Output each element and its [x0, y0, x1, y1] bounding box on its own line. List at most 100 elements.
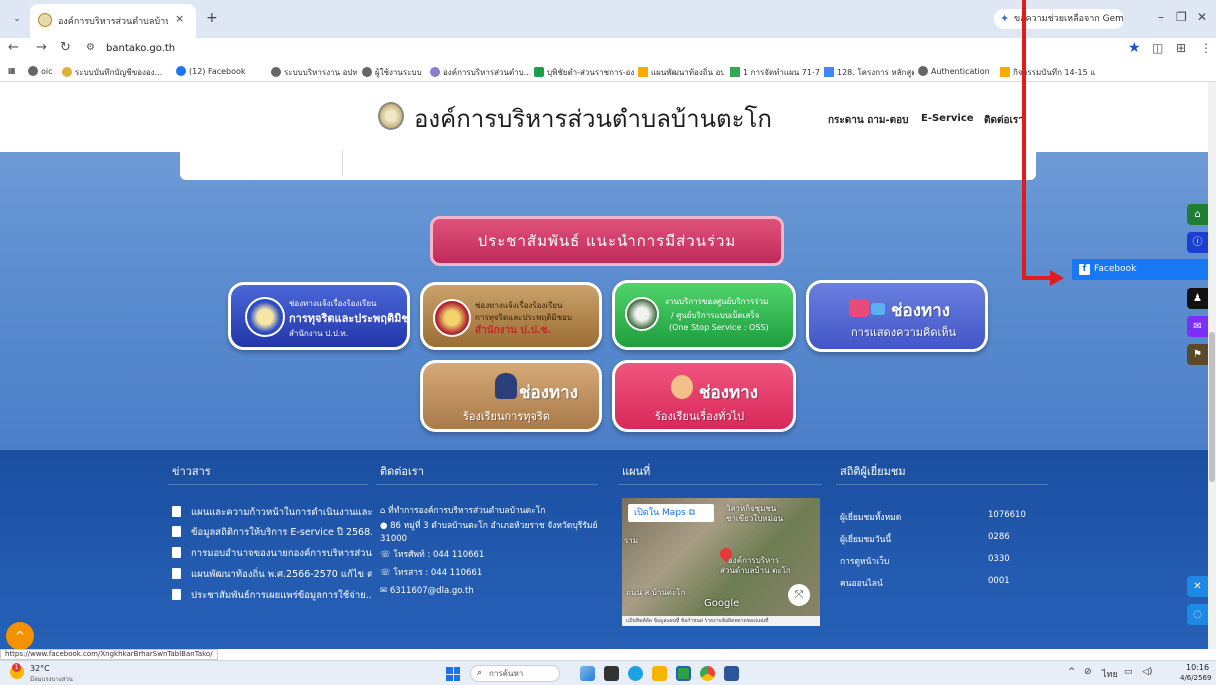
bookmark-plan-71[interactable]: 1 การจัดทำแผน 71-75... — [730, 66, 820, 79]
volume-icon[interactable]: ◁) — [1142, 667, 1152, 677]
bookmark-sao[interactable]: องค์การบริหารส่วนตำบ... — [430, 66, 530, 79]
page-viewport: องค์การบริหารส่วนตำบลบ้านตะโก กระดาน ถาม… — [0, 82, 1216, 649]
map-attribution[interactable]: แป้นพิมพ์ลัด ข้อมูลแผนที่ ข้อกำหนด รายงา… — [622, 616, 820, 626]
nacc-complaint-button[interactable]: ช่องทางแจ้งเรื่องร้องเรียน การทุจริตและป… — [228, 282, 410, 350]
home-icon[interactable]: ⌂ — [1187, 204, 1208, 225]
new-tab-button[interactable]: + — [206, 10, 218, 26]
user-icon[interactable]: ♟ — [1187, 288, 1208, 309]
menu-kebab-icon[interactable]: ⋮ — [1200, 41, 1212, 55]
globe-icon — [271, 67, 281, 77]
minimize-button[interactable]: – — [1158, 10, 1164, 24]
tab-search-button[interactable]: ⌄ — [8, 10, 26, 28]
input-language[interactable]: ไทย — [1102, 667, 1118, 681]
site-info-icon[interactable]: ⚙ — [86, 42, 95, 53]
extensions-icon[interactable]: ◫ — [1152, 41, 1163, 55]
seal-icon — [430, 67, 440, 77]
browser-tab[interactable]: องค์การบริหารส่วนตำบลบ้านตะโก × — [30, 4, 196, 38]
bookmark-accounting[interactable]: ระบบบันทึกบัญชีขององ... — [62, 66, 172, 79]
restore-button[interactable]: ❐ — [1176, 10, 1187, 24]
news-item[interactable]: การมอบอำนาจของนายกองค์การบริหารส่วน... — [172, 546, 372, 561]
line-app-icon[interactable] — [676, 666, 691, 681]
apps-grid-icon[interactable]: ▦ — [8, 66, 16, 75]
facebook-side-tab[interactable]: f Facebook — [1072, 259, 1208, 280]
opinion-channel-button[interactable]: ช่องทาง การแสดงความคิดเห็น — [806, 280, 988, 352]
gemini-sparkle-icon: ✦ — [1000, 12, 1010, 25]
globe-icon — [28, 66, 38, 76]
stat-label-pageviews: การดูหน้าเว็บ — [840, 557, 890, 567]
news-item[interactable]: ประชาสัมพันธ์การเผยแพร่ข้อมูลการใช้จ่าย.… — [172, 588, 372, 603]
widgets-app-icon[interactable] — [580, 666, 595, 681]
info-icon[interactable]: ⓘ — [1187, 232, 1208, 253]
bookmark-gov[interactable]: บุพิชัยตำ-ส่วนราชการ-องค์การ... — [534, 66, 634, 79]
heart-chat-icon — [849, 299, 869, 317]
scroll-to-top-button[interactable]: ^ — [6, 622, 34, 649]
nav-e-service[interactable]: E-Service — [921, 113, 974, 124]
nav-qa-board[interactable]: กระดาน ถาม-ตอบ — [828, 113, 908, 128]
close-chat-icon[interactable]: ✕ — [1187, 576, 1208, 597]
facebook-icon: f — [1079, 264, 1090, 275]
contact-fax[interactable]: ☏ โทรสาร : 044 110661 — [380, 567, 602, 580]
mail-icon[interactable]: ✉ — [1187, 316, 1208, 337]
windows-start-icon[interactable] — [446, 667, 460, 681]
pacc-emblem-icon — [433, 299, 471, 337]
file-explorer-icon[interactable] — [652, 666, 667, 681]
bookmark-dev-plan[interactable]: แผนพัฒนาท้องถิ่น อบต... — [638, 66, 724, 79]
chat-bubble-icon — [871, 303, 885, 315]
tray-chevron-icon[interactable]: ^ — [1068, 667, 1076, 677]
address-bar[interactable]: ⚙ bantako.go.th — [82, 39, 1110, 61]
bookmark-star-icon[interactable]: ★ — [1128, 40, 1141, 56]
bookmark-activity[interactable]: กิจกรรมบันทึก 14-15 แ... — [1000, 66, 1096, 79]
sao-emblem-logo[interactable] — [378, 102, 404, 130]
close-window-button[interactable]: ✕ — [1197, 10, 1207, 24]
chat-icon[interactable]: ◌ — [1187, 604, 1208, 625]
document-icon — [172, 506, 181, 517]
display-icon[interactable]: ▭ — [1124, 667, 1133, 677]
flag-icon[interactable]: ⚑ — [1187, 344, 1208, 365]
pacc-complaint-button[interactable]: ช่องทางแจ้งเรื่องร้องเรียน การทุจริตและป… — [420, 282, 602, 350]
oss-service-button[interactable]: งานบริการของศูนย์บริการร่วม / ศูนย์บริกา… — [612, 280, 796, 350]
bookmark-facebook[interactable]: (12) Facebook — [176, 66, 266, 76]
nav-contact[interactable]: ติดต่อเรา — [984, 113, 1024, 128]
profile-icon[interactable]: ⊞ — [1176, 41, 1186, 55]
general-complaint-button[interactable]: ช่องทาง ร้องเรียนเรื่องทั่วไป — [612, 360, 796, 432]
map-navigation-icon[interactable]: ⤧ — [788, 584, 810, 606]
taskview-app-icon[interactable] — [604, 666, 619, 681]
gemini-button[interactable]: ✦ ขอความช่วยเหลือจาก Gemini — [994, 9, 1124, 29]
bookmark-project-128[interactable]: 128. โครงการ หลักสูตร... — [824, 66, 914, 79]
contact-office: ⌂ ที่ทำการองค์การบริหารส่วนตำบลบ้านตะโก — [380, 506, 546, 516]
bookmark-users[interactable]: ผู้ใช้งานระบบ — [362, 66, 426, 79]
bookmark-lao-system[interactable]: ระบบบริหารงาน อปท. — [271, 66, 357, 79]
chrome-app-icon[interactable] — [700, 666, 715, 681]
news-item[interactable]: แผนและความก้าวหน้าในการดำเนินงานและ... — [172, 505, 372, 520]
clock-date[interactable]: 4/6/2569 — [1180, 674, 1211, 682]
contact-email[interactable]: ✉ 6311607@dla.go.th — [380, 585, 602, 598]
oss-emblem-icon — [625, 297, 659, 331]
scroll-thumb[interactable] — [1209, 332, 1215, 482]
browser-toolbar: ← → ↻ ⚙ bantako.go.th ★ ◫ ⊞ ⋮ — [0, 38, 1216, 62]
url-text: bantako.go.th — [106, 43, 176, 54]
reload-icon[interactable]: ↻ — [60, 40, 71, 55]
clock-time[interactable]: 10:16 — [1186, 663, 1209, 672]
bookmark-authentication[interactable]: Authentication — [918, 66, 996, 76]
forward-arrow-icon[interactable]: → — [36, 40, 47, 55]
page-scrollbar[interactable] — [1208, 82, 1216, 649]
edge-app-icon[interactable] — [628, 666, 643, 681]
site-title[interactable]: องค์การบริหารส่วนตำบลบ้านตะโก — [414, 99, 772, 138]
bookmark-oic[interactable]: oic — [28, 66, 53, 76]
taskbar-search[interactable]: ⌕ การค้นหา — [470, 665, 560, 682]
contact-phone[interactable]: ☏ โทรศัพท์ : 044 110661 — [380, 549, 602, 562]
weather-desc: มีลมแรงบางส่วน — [30, 676, 73, 683]
tab-close-icon[interactable]: × — [175, 12, 184, 25]
news-item[interactable]: แผนพัฒนาท้องถิ่น พ.ศ.2566-2570 แก้ไข ค..… — [172, 567, 372, 582]
pr-banner: ประชาสัมพันธ์ แนะนำการมีส่วนร่วม — [430, 216, 784, 266]
corruption-complaint-button[interactable]: ช่องทาง ร้องเรียนการทุจริต — [420, 360, 602, 432]
stat-label-online: คนออนไลน์ — [840, 579, 883, 589]
sheet-icon — [534, 67, 544, 77]
network-off-icon[interactable]: ⊘ — [1084, 667, 1092, 677]
back-arrow-icon[interactable]: ← — [8, 40, 19, 55]
news-item[interactable]: ข้อมูลสถิติการให้บริการ E-service ปี 256… — [172, 525, 372, 540]
site-favicon-icon — [38, 13, 52, 27]
word-app-icon[interactable] — [724, 666, 739, 681]
embedded-map[interactable]: เปิดใน Maps ⧉ วิสาหกิจชุมชน ชาเขียวใบหม่… — [622, 498, 820, 626]
open-in-maps-button[interactable]: เปิดใน Maps ⧉ — [628, 504, 714, 522]
